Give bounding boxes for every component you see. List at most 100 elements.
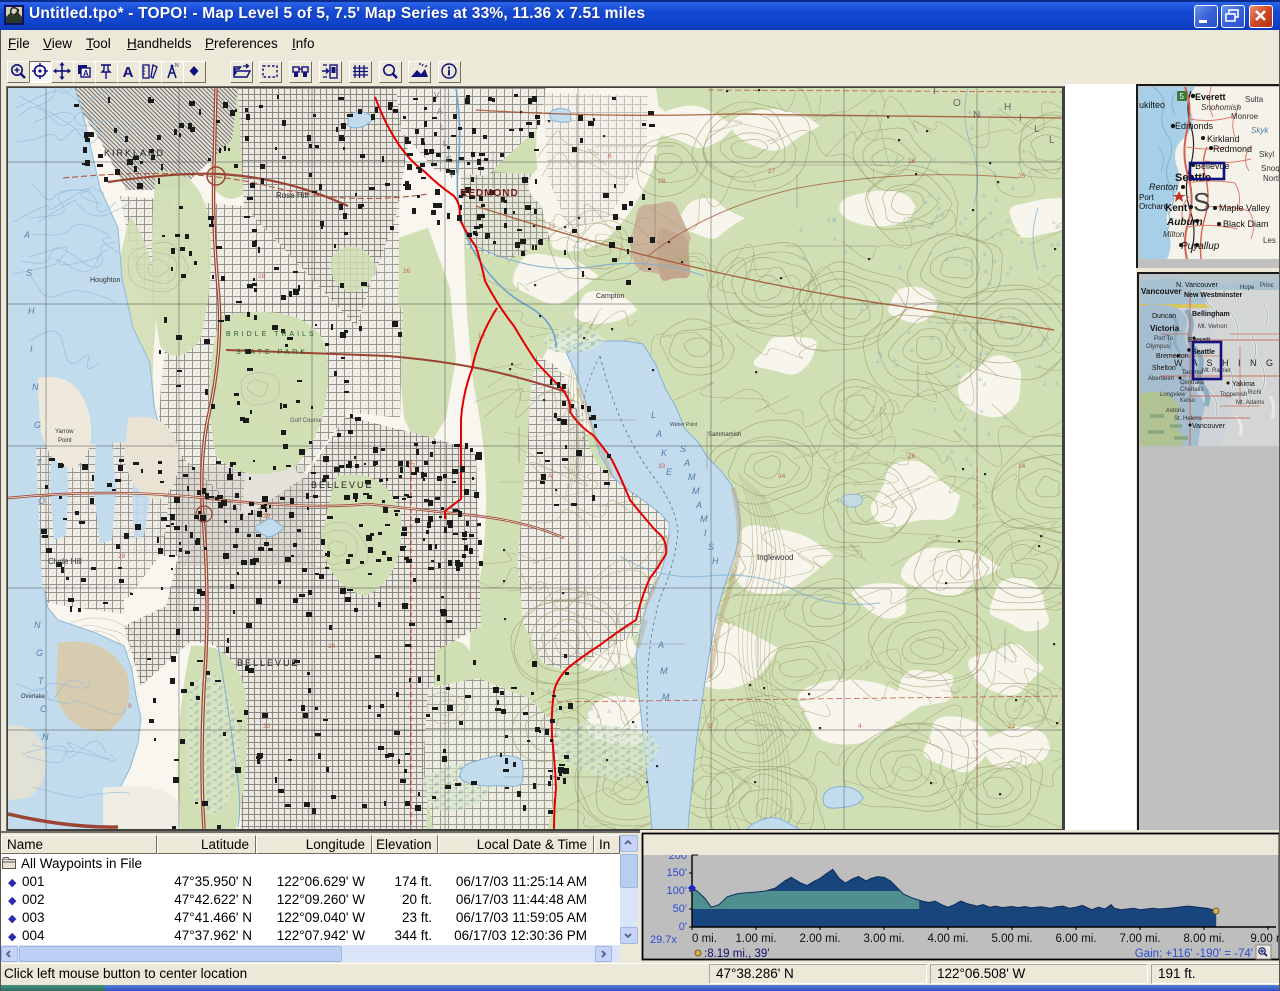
svg-text:Yakima: Yakima [1232, 381, 1255, 388]
svg-text:Princ: Princ [1260, 283, 1274, 289]
svg-text:23: 23 [548, 223, 556, 230]
svg-text:28: 28 [118, 553, 126, 560]
svg-text:Port To: Port To [1154, 336, 1174, 342]
svg-text:I: I [933, 88, 936, 97]
svg-text::8.19 mi., 39': :8.19 mi., 39' [704, 948, 769, 960]
svg-text:Everett: Everett [1195, 92, 1226, 102]
svg-text:Aberdeen: Aberdeen [1148, 376, 1174, 382]
svg-text:Weber Point: Weber Point [670, 422, 698, 428]
svg-text:Olympus: Olympus [1146, 344, 1170, 350]
svg-text:O: O [953, 98, 961, 109]
svg-text:Houghton: Houghton [90, 277, 120, 284]
svg-text:REDMOND: REDMOND [460, 188, 519, 199]
svg-text:I: I [1019, 113, 1022, 124]
svg-text:L: L [1034, 124, 1040, 135]
svg-text:25: 25 [1018, 173, 1026, 180]
svg-text:W A S H I N G: W A S H I N G [1174, 358, 1277, 368]
svg-text:Mt. Vernon: Mt. Vernon [1198, 324, 1227, 330]
svg-text:100': 100' [667, 885, 687, 897]
svg-text:Orchard: Orchard [1139, 202, 1168, 211]
svg-text:Duncan: Duncan [1152, 313, 1176, 320]
svg-text:26: 26 [908, 453, 916, 460]
svg-text:Port: Port [1139, 193, 1154, 202]
svg-text:8.00 mi.: 8.00 mi. [1184, 933, 1225, 945]
svg-text:O: O [40, 704, 47, 714]
svg-text:Centralia: Centralia [1180, 380, 1205, 386]
svg-text:Mt. Adams: Mt. Adams [1236, 400, 1264, 406]
svg-text:3: 3 [408, 703, 412, 710]
svg-text:7.00 mi.: 7.00 mi. [1120, 933, 1161, 945]
svg-text:Milton: Milton [1163, 230, 1185, 239]
svg-text:L: L [440, 123, 445, 132]
svg-text:BELLEVUE: BELLEVUE [311, 480, 374, 490]
svg-text:Y: Y [449, 171, 455, 180]
svg-text:2.00 mi.: 2.00 mi. [800, 933, 841, 945]
svg-text:Maple Valley: Maple Valley [1219, 203, 1270, 213]
svg-text:G: G [34, 420, 41, 430]
svg-text:A: A [548, 473, 553, 480]
svg-text:M: M [662, 692, 670, 702]
svg-text:Shelton: Shelton [1152, 365, 1176, 372]
svg-text:33: 33 [263, 723, 271, 730]
svg-text:Rose Hill: Rose Hill [276, 191, 308, 200]
svg-text:O: O [38, 496, 45, 506]
svg-text:150': 150' [667, 867, 687, 879]
svg-text:N: N [42, 732, 49, 742]
svg-text:Snohomish: Snohomish [1201, 103, 1242, 112]
svg-text:Golf Course: Golf Course [290, 418, 323, 424]
svg-text:1.00 mi.: 1.00 mi. [736, 933, 777, 945]
svg-text:Vancouver: Vancouver [1192, 423, 1226, 430]
svg-text:Black Diam: Black Diam [1223, 219, 1269, 229]
svg-text:Renton: Renton [1149, 182, 1178, 192]
svg-text:L: L [443, 139, 448, 148]
svg-text:Point: Point [58, 438, 72, 444]
svg-text:E: E [666, 467, 673, 477]
svg-text:Kelso: Kelso [1180, 398, 1196, 404]
svg-text:BELLEVUE: BELLEVUE [237, 658, 300, 668]
svg-text:5: 5 [1180, 92, 1185, 101]
svg-text:Inglewood: Inglewood [757, 553, 793, 562]
svg-text:Campton: Campton [596, 293, 625, 300]
svg-text:Overlake: Overlake [21, 694, 46, 700]
svg-text:3.00 mi.: 3.00 mi. [864, 933, 905, 945]
svg-text:Kent: Kent [1165, 203, 1188, 214]
svg-text:0 mi.: 0 mi. [692, 933, 717, 945]
svg-text:Les: Les [1263, 236, 1276, 245]
svg-text:STATE PARK: STATE PARK [236, 349, 308, 356]
svg-text:Yarrow: Yarrow [55, 429, 74, 435]
svg-text:H: H [28, 306, 35, 316]
svg-text:9.00 m: 9.00 m [1250, 933, 1280, 945]
svg-text:A: A [683, 458, 690, 468]
svg-text:Skyl: Skyl [1259, 150, 1274, 159]
svg-text:A: A [23, 230, 30, 240]
svg-text:A: A [83, 69, 89, 78]
svg-text:27: 27 [768, 168, 776, 175]
svg-text:S: S [1193, 187, 1210, 217]
svg-text:Astoria: Astoria [1166, 408, 1185, 414]
svg-text:4: 4 [858, 723, 862, 730]
svg-text:N: N [32, 382, 39, 392]
svg-text:Mt. Rainier: Mt. Rainier [1202, 368, 1231, 374]
svg-text:5.00 mi.: 5.00 mi. [992, 933, 1033, 945]
svg-text:M: M [692, 486, 700, 496]
svg-text:A: A [655, 429, 662, 439]
svg-text:L: L [651, 410, 656, 420]
svg-text:S: S [26, 268, 32, 278]
svg-text:A: A [657, 640, 664, 650]
svg-text:Sulta: Sulta [1245, 95, 1264, 104]
svg-text:Seattle: Seattle [1192, 349, 1215, 356]
svg-text:Toppenish: Toppenish [1220, 392, 1247, 398]
svg-text:34: 34 [778, 473, 786, 480]
svg-text:4.00 mi.: 4.00 mi. [928, 933, 969, 945]
svg-text:Victoria: Victoria [1150, 324, 1180, 333]
svg-text:M: M [660, 666, 668, 676]
svg-text:A: A [695, 500, 702, 510]
svg-text:M: M [688, 472, 696, 482]
svg-text:Hope: Hope [1240, 285, 1255, 291]
svg-text:Gain: +116' -190' = -74': Gain: +116' -190' = -74' [1135, 948, 1253, 960]
svg-text:Bellingham: Bellingham [1192, 311, 1230, 318]
svg-text:34: 34 [328, 643, 336, 650]
svg-text:L: L [1049, 135, 1055, 146]
svg-text:14: 14 [1018, 463, 1026, 470]
svg-text:0': 0' [679, 921, 687, 933]
